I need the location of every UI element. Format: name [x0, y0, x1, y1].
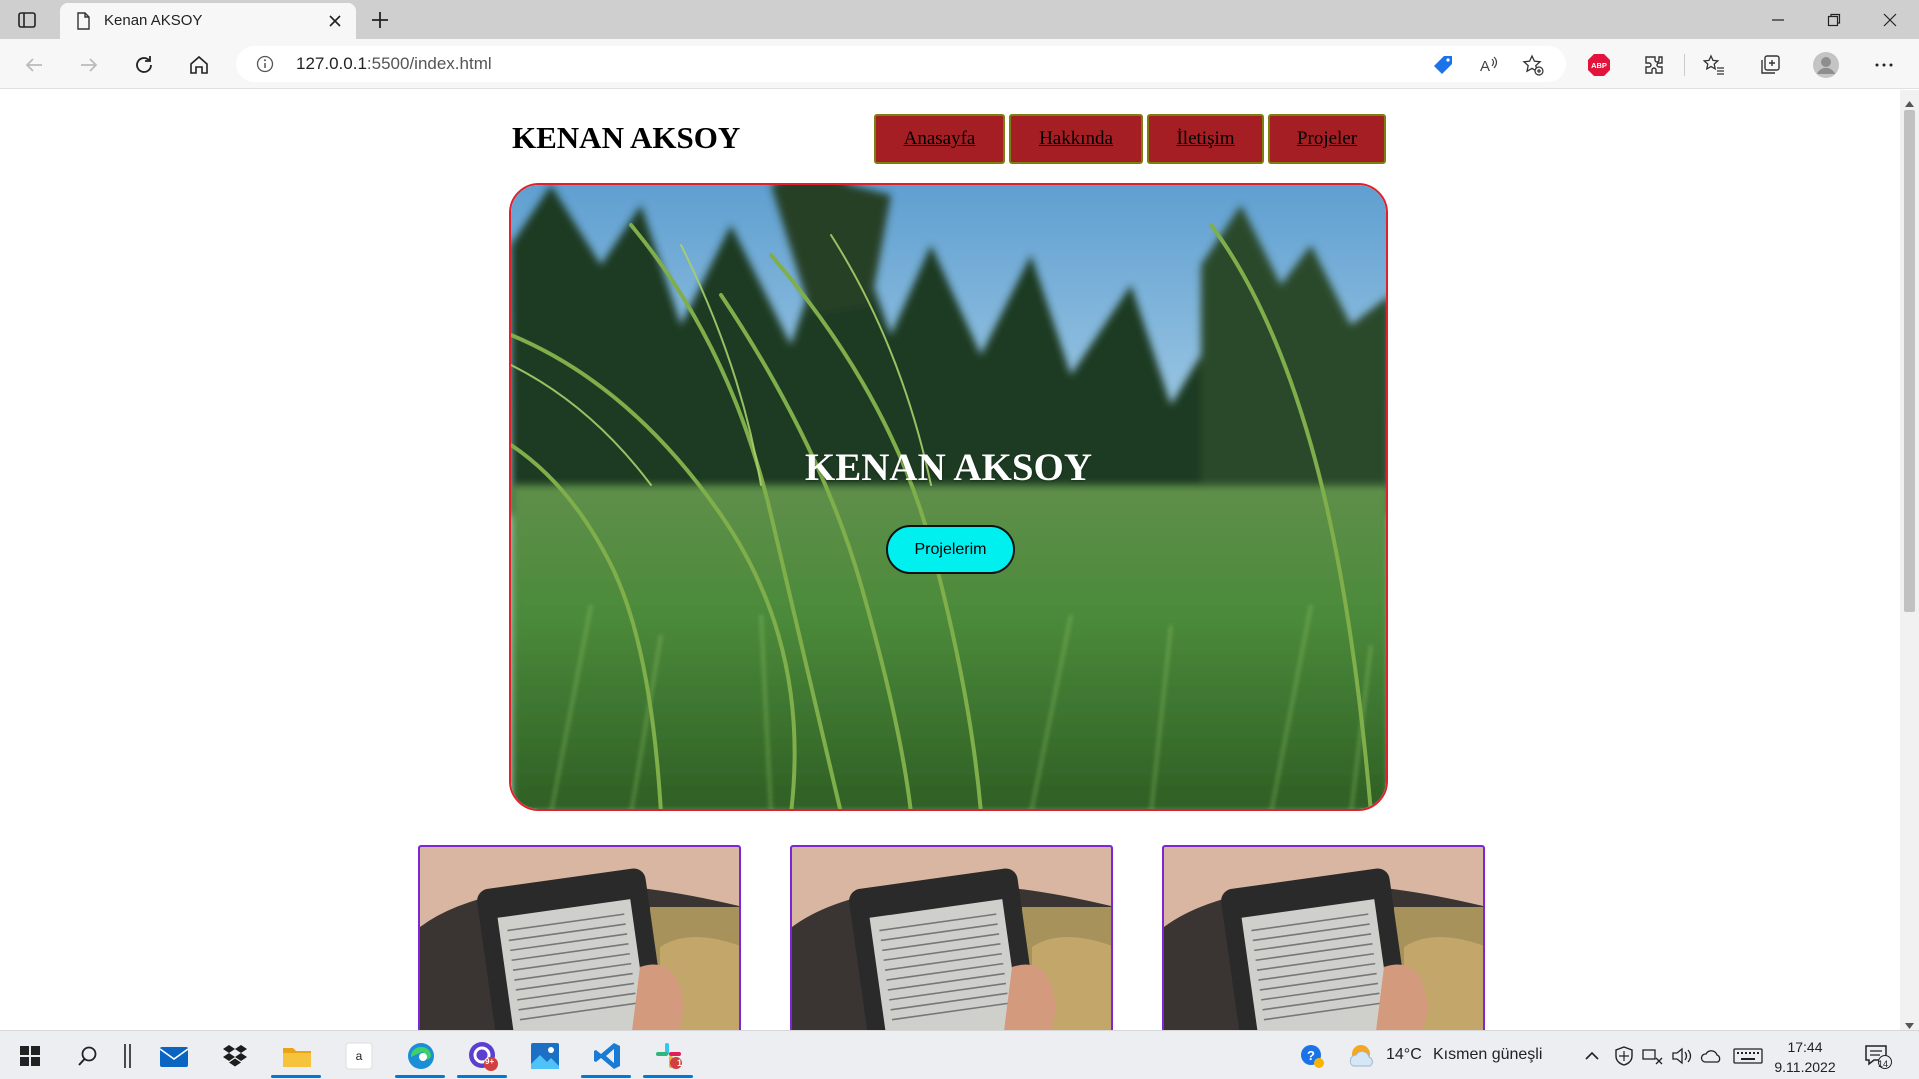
edge-indicator [395, 1075, 445, 1078]
read-aloud-icon[interactable]: A [1478, 54, 1500, 80]
back-icon[interactable] [20, 51, 48, 79]
tab-title: Kenan AKSOY [104, 12, 203, 29]
clock-date: 9.11.2022 [1774, 1059, 1836, 1075]
network-icon[interactable] [1636, 1040, 1668, 1072]
photos-badge: 9+ [485, 1057, 495, 1066]
windows-taskbar: a 9+ 1 ? 14°C Kısmen güneşli 17:44 9.11.… [0, 1030, 1919, 1079]
grass-field-image [511, 185, 1386, 809]
slack-badge: 1 [677, 1058, 683, 1068]
restore-icon[interactable] [1806, 0, 1862, 39]
browser-titlebar: Kenan AKSOY [0, 0, 1919, 39]
notification-icon[interactable]: 14 [1862, 1040, 1894, 1072]
clock[interactable]: 17:44 9.11.2022 [1770, 1037, 1840, 1077]
url-host: 127.0.0.1 [296, 54, 367, 73]
profile-avatar-icon[interactable] [1812, 51, 1840, 79]
kindle-image [792, 847, 1111, 1030]
site-info-icon[interactable] [256, 55, 274, 73]
weather-desc[interactable]: Kısmen güneşli [1433, 1046, 1542, 1064]
shopping-tag-icon[interactable] [1432, 54, 1454, 80]
url-text[interactable]: 127.0.0.1:5500/index.html [296, 54, 492, 74]
scroll-thumb[interactable] [1904, 110, 1915, 612]
photos-indicator [457, 1075, 507, 1078]
close-window-icon[interactable] [1862, 0, 1918, 39]
more-menu-icon[interactable] [1870, 51, 1898, 79]
search-icon[interactable] [72, 1040, 104, 1072]
help-icon[interactable]: ? [1296, 1040, 1328, 1072]
mail-icon[interactable] [158, 1040, 190, 1072]
browser-tab[interactable]: Kenan AKSOY [60, 3, 356, 39]
scroll-down-icon[interactable] [1904, 1016, 1915, 1029]
volume-icon[interactable] [1666, 1040, 1698, 1072]
vscode-indicator [581, 1075, 631, 1078]
svg-text:a: a [356, 1049, 363, 1063]
hero-banner: KENAN AKSOY Projelerim [509, 183, 1388, 811]
kindle-image [1164, 847, 1483, 1030]
close-tab-icon[interactable] [324, 10, 346, 32]
favorites-icon[interactable] [1700, 51, 1728, 79]
project-card[interactable] [790, 845, 1113, 1030]
url-path: :5500/index.html [366, 54, 492, 73]
projelerim-button[interactable]: Projelerim [886, 525, 1015, 574]
nav-anasayfa[interactable]: Anasayfa [874, 114, 1005, 164]
adblock-icon[interactable]: ABP [1585, 51, 1613, 79]
tab-actions-icon[interactable] [16, 9, 38, 31]
onedrive-icon[interactable] [1696, 1040, 1728, 1072]
weather-icon[interactable] [1346, 1040, 1378, 1072]
minimize-icon[interactable] [1750, 0, 1806, 39]
photos-icon[interactable]: 9+ [467, 1040, 499, 1072]
page-scrollbar[interactable] [1900, 90, 1919, 1030]
project-card[interactable] [1162, 845, 1485, 1030]
dropbox-icon[interactable] [219, 1040, 251, 1072]
nav-iletisim[interactable]: İletişim [1147, 114, 1264, 164]
web-page: KENAN AKSOY Anasayfa Hakkında İletişim P… [0, 90, 1900, 1030]
notification-count: 14 [1878, 1059, 1889, 1069]
edge-icon[interactable] [405, 1040, 437, 1072]
address-bar[interactable]: 127.0.0.1:5500/index.html A [236, 46, 1566, 82]
page-icon [74, 12, 92, 30]
chevron-up-icon[interactable] [1576, 1040, 1608, 1072]
site-title: KENAN AKSOY [512, 120, 741, 155]
new-tab-icon[interactable] [368, 8, 392, 32]
toolbar-divider [1684, 54, 1685, 76]
image-viewer-icon[interactable] [529, 1040, 561, 1072]
scroll-up-icon[interactable] [1904, 94, 1915, 107]
kindle-image [420, 847, 739, 1030]
windows-start-icon[interactable] [14, 1040, 46, 1072]
task-view-icon[interactable] [112, 1040, 144, 1072]
refresh-icon[interactable] [130, 51, 158, 79]
svg-text:ABP: ABP [1591, 61, 1607, 70]
slack-indicator [643, 1075, 693, 1078]
weather-temp[interactable]: 14°C [1386, 1046, 1422, 1064]
clock-time: 17:44 [1787, 1039, 1823, 1055]
favorite-add-icon[interactable] [1522, 54, 1544, 80]
file-explorer-indicator [271, 1075, 321, 1078]
main-nav: Anasayfa Hakkında İletişim Projeler [874, 114, 1386, 164]
project-card[interactable] [418, 845, 741, 1030]
forward-icon[interactable] [75, 51, 103, 79]
hero-title: KENAN AKSOY [804, 446, 1093, 489]
home-icon[interactable] [185, 51, 213, 79]
amazon-icon[interactable]: a [343, 1040, 375, 1072]
svg-text:A: A [1480, 58, 1490, 75]
vscode-icon[interactable] [591, 1040, 623, 1072]
browser-toolbar: 127.0.0.1:5500/index.html A ABP [0, 39, 1919, 89]
keyboard-icon[interactable] [1732, 1040, 1764, 1072]
svg-text:?: ? [1307, 1048, 1315, 1063]
extensions-icon[interactable] [1640, 51, 1668, 79]
nav-hakkinda[interactable]: Hakkında [1009, 114, 1143, 164]
slack-icon[interactable]: 1 [653, 1040, 685, 1072]
collections-icon[interactable] [1756, 51, 1784, 79]
nav-projeler[interactable]: Projeler [1268, 114, 1386, 164]
file-explorer-icon[interactable] [281, 1040, 313, 1072]
